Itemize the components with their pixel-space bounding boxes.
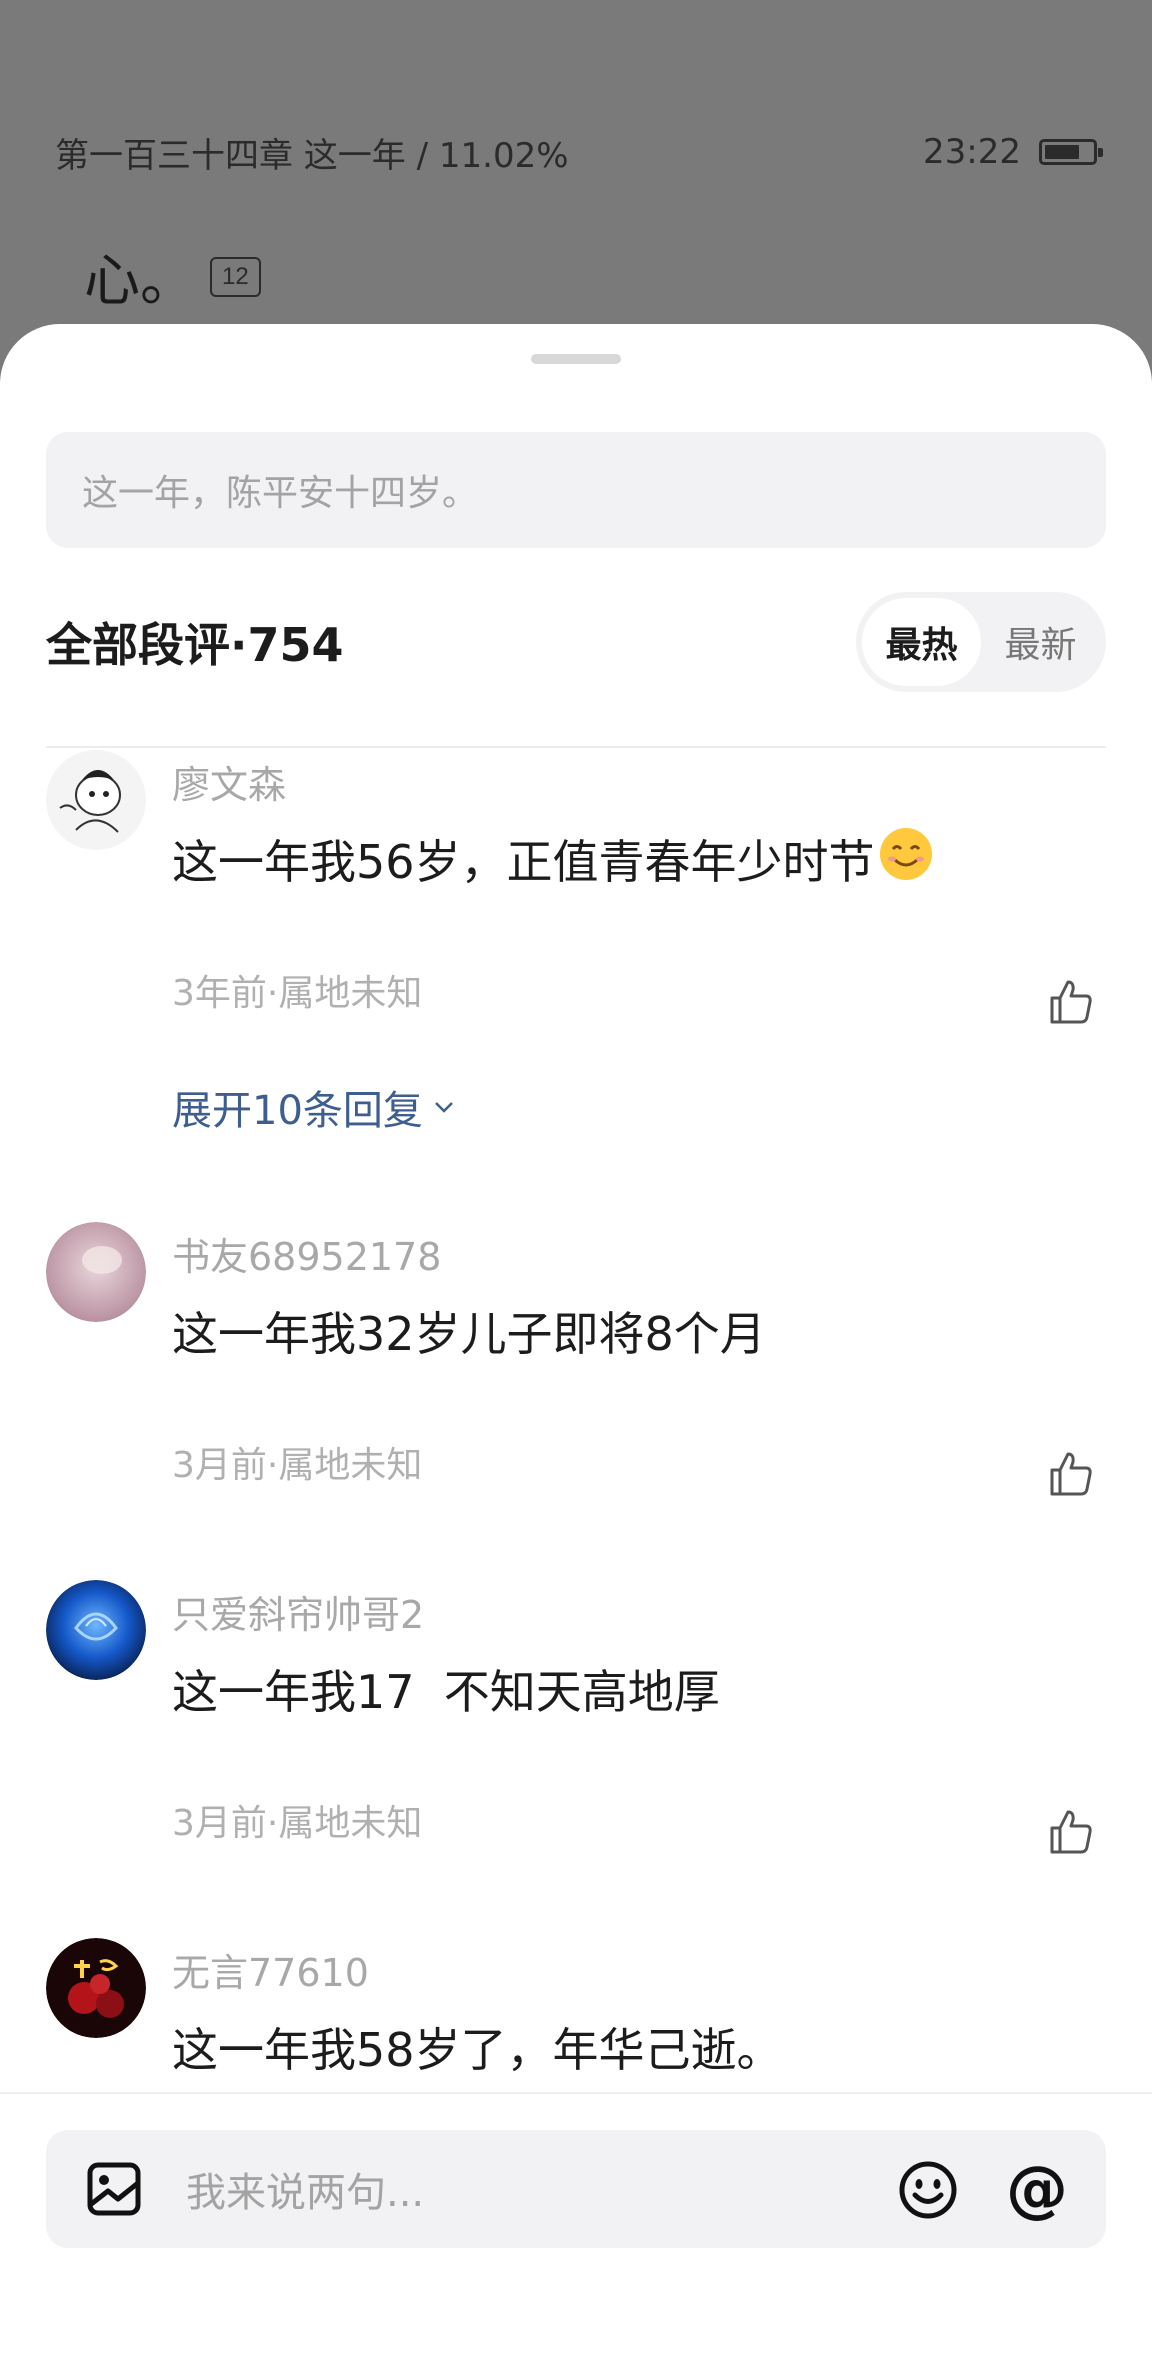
thumbs-up-icon[interactable] [1046, 1808, 1094, 1856]
comment-text: 这一年我32岁儿子即将8个月 [172, 1298, 766, 1364]
comment-meta: 3月前·属地未知 [172, 1445, 423, 1486]
blue-rose-avatar-icon [46, 1580, 146, 1680]
comment-text: 这一年我56岁，正值青春年少时节 [172, 826, 933, 892]
comment-text-body: 这一年我58岁了，年华己逝。 [172, 2023, 783, 2077]
expand-replies-label: 展开10条回复 [172, 1088, 423, 1134]
smiling-face-emoji-icon [879, 827, 933, 892]
comment-meta: 3年前·属地未知 [172, 973, 423, 1014]
comment-sheet: 这一年，陈平安十四岁。 全部段评·754 最热 最新 廖文森 这一年我56岁，正… [0, 324, 1152, 2376]
comment-meta: 3月前·属地未知 [172, 1803, 423, 1844]
section-title: 全部段评·754 [46, 618, 344, 672]
comments-header: 全部段评·754 最热 最新 [46, 592, 1106, 692]
comment-text-body: 这一年我56岁，正值青春年少时节 [172, 835, 875, 889]
red-rose-avatar-icon [46, 1938, 146, 2038]
reader-paragraph: 心。 12 [84, 236, 261, 317]
comment-composer-bar: 我来说两句... @ [0, 2092, 1152, 2376]
username[interactable]: 只爱斜帘帅哥2 [172, 1584, 424, 1639]
expand-replies-link[interactable]: 展开10条回复 [172, 1078, 455, 1136]
avatar[interactable] [46, 1580, 146, 1680]
comment-input-placeholder: 我来说两句... [186, 2170, 425, 2216]
cartoon-avatar-icon [46, 750, 146, 850]
quoted-paragraph: 这一年，陈平安十四岁。 [46, 432, 1106, 548]
reader-text: 心。 [84, 249, 196, 314]
sort-hot-tab[interactable]: 最热 [862, 598, 981, 686]
sort-new-tab[interactable]: 最新 [981, 598, 1100, 686]
chapter-progress: 第一百三十四章 这一年 / 11.02% [55, 135, 569, 176]
quoted-paragraph-text: 这一年，陈平安十四岁。 [82, 473, 479, 514]
emoji-picker-icon[interactable] [898, 2160, 958, 2220]
comment-text-body: 这一年我17 不知天高地厚 [172, 1665, 720, 1719]
username[interactable]: 书友68952178 [172, 1226, 441, 1281]
chevron-down-icon [435, 1102, 453, 1113]
comment-text-body: 这一年我32岁儿子即将8个月 [172, 1307, 766, 1361]
mention-at-button[interactable]: @ [1002, 2154, 1072, 2224]
username[interactable]: 廖文森 [172, 754, 286, 809]
paragraph-comment-count-badge[interactable]: 12 [210, 256, 261, 297]
image-picker-icon[interactable] [86, 2161, 142, 2217]
status-right: 23:22 [923, 132, 1103, 172]
drag-handle[interactable] [531, 354, 621, 364]
username[interactable]: 无言77610 [172, 1942, 369, 1997]
avatar[interactable] [46, 750, 146, 850]
thumbs-up-icon[interactable] [1046, 978, 1094, 1026]
divider [46, 746, 1106, 748]
photo-avatar-icon [46, 1222, 146, 1322]
avatar[interactable] [46, 1222, 146, 1322]
clock: 23:22 [923, 132, 1021, 172]
thumbs-up-icon[interactable] [1046, 1450, 1094, 1498]
reader-status-bar: 第一百三十四章 这一年 / 11.02% 23:22 [55, 132, 1103, 176]
comment-text: 这一年我58岁了，年华己逝。 [172, 2014, 783, 2080]
comment-text: 这一年我17 不知天高地厚 [172, 1656, 720, 1722]
reader-background: 第一百三十四章 这一年 / 11.02% 23:22 心。 12 [0, 0, 1152, 330]
battery-icon [1039, 139, 1103, 165]
avatar[interactable] [46, 1938, 146, 2038]
comment-input[interactable]: 我来说两句... @ [46, 2130, 1106, 2248]
sort-toggle: 最热 最新 [856, 592, 1106, 692]
